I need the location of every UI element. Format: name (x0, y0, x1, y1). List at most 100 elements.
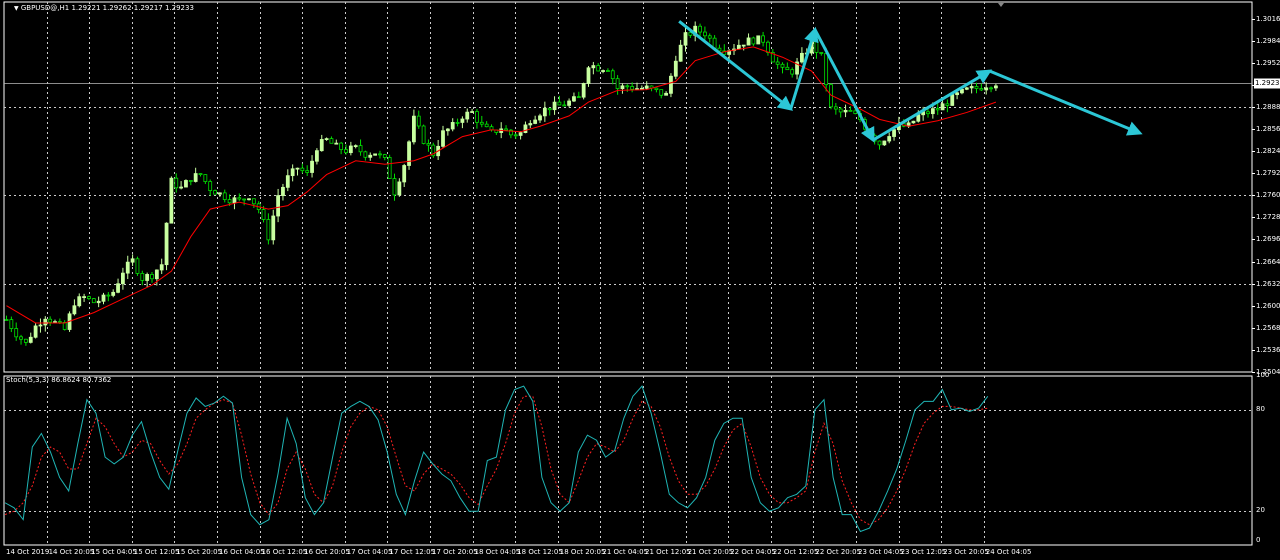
main-pane-frame (3, 1, 1253, 373)
candle-body (101, 294, 106, 302)
time-tick-label: 16 Oct 20:05 (304, 548, 350, 556)
candle-body (276, 195, 281, 217)
time-tick-label: 23 Oct 20:05 (943, 548, 989, 556)
candle-body (237, 197, 242, 200)
candle-body (557, 101, 562, 106)
candle-body (673, 60, 678, 77)
candle-body (930, 108, 935, 115)
candle-body (940, 103, 945, 111)
candle-body (164, 222, 169, 266)
trend-arrow[interactable] (789, 26, 819, 110)
candle-body (154, 269, 159, 280)
candle-body (678, 44, 683, 62)
chart-shift-marker-icon[interactable] (998, 3, 1004, 7)
candle-body (232, 197, 237, 204)
time-tick-label: 21 Oct 04:05 (602, 548, 649, 556)
indicator-values: 86.8624 80.7362 (51, 376, 112, 384)
sub-chart-header: Stoch(5,3,3) 86.8624 80.7362 (6, 376, 111, 384)
candle-body (877, 140, 882, 146)
candle-body (145, 274, 150, 281)
candle-body (843, 109, 848, 113)
candle-body (285, 175, 290, 188)
trend-arrow[interactable] (872, 69, 993, 142)
trend-arrow[interactable] (813, 28, 875, 143)
candle-body (353, 145, 358, 148)
time-tick-label: 22 Oct 04:05 (730, 548, 776, 556)
candle-body (785, 66, 790, 71)
candle-body (135, 258, 140, 274)
candle-body (91, 298, 96, 304)
time-tick-label: 18 Oct 12:05 (517, 548, 563, 556)
time-tick-label: 17 Oct 04:05 (346, 548, 393, 556)
candle-body (324, 138, 329, 140)
candle-body (766, 41, 770, 53)
candle-body (358, 145, 363, 153)
time-tick-label: 15 Oct 04:05 (91, 548, 137, 556)
candle-body (159, 264, 164, 271)
candle-body (989, 87, 993, 90)
candle-body (601, 70, 605, 72)
candle-body (838, 108, 843, 113)
candle-body (984, 87, 989, 91)
candle-body (528, 123, 533, 126)
candle-body (703, 31, 707, 37)
candle-body (4, 319, 9, 321)
symbol-label: GBPUSD@,H1 (20, 4, 70, 12)
candle-body (140, 273, 145, 281)
candle-body (72, 305, 77, 315)
candle-body (319, 139, 324, 152)
candle-body (513, 134, 518, 137)
time-tick-label: 22 Oct 12:05 (772, 548, 819, 556)
candle-body (310, 160, 314, 173)
candle-body (964, 87, 969, 90)
candle-body (106, 294, 111, 297)
price-tick-label: 1.27920 (1256, 168, 1280, 177)
candle-body (184, 180, 188, 188)
candle-body (935, 108, 940, 111)
time-tick-label: 24 Oct 04:05 (985, 548, 1032, 556)
candle-body (402, 165, 407, 183)
candle-body (736, 44, 741, 50)
candle-body (450, 122, 455, 130)
candle-body (261, 209, 266, 220)
candle-body (751, 37, 756, 45)
candle-body (121, 272, 125, 285)
candle-body (945, 103, 950, 106)
candle-body (892, 129, 896, 137)
time-tick-label: 14 Oct 20:05 (48, 548, 95, 556)
main-chart-header: ▼ GBPUSD@,H1 1.29221 1.29262 1.29217 1.2… (14, 4, 194, 12)
time-tick-label: 14 Oct 2019 (6, 548, 50, 556)
candle-body (542, 107, 547, 117)
candle-body (538, 115, 542, 121)
candle-body (882, 140, 887, 146)
candle-body (193, 173, 198, 182)
price-tick-label: 1.26320 (1256, 279, 1280, 288)
candle-body (775, 61, 780, 65)
candle-body (969, 86, 974, 89)
candle-body (208, 181, 213, 192)
price-tick-label: 1.25680 (1256, 323, 1280, 332)
candle-body (504, 128, 508, 131)
candle-body (460, 118, 465, 123)
candle-body (169, 177, 174, 224)
candle-body (465, 111, 470, 120)
candle-body (576, 96, 581, 99)
candle-body (57, 321, 62, 323)
price-tick-label: 1.30160 (1256, 14, 1280, 23)
stoch-tick-label: 100 (1256, 371, 1270, 379)
ohlc-values: 1.29221 1.29262 1.29217 1.29233 (71, 4, 194, 12)
time-tick-label: 23 Oct 04:05 (858, 548, 904, 556)
trend-arrow[interactable] (678, 20, 794, 111)
candle-body (761, 35, 765, 43)
candle-body (824, 53, 829, 86)
candle-body (606, 70, 610, 72)
candle-body (639, 87, 644, 90)
time-tick-label: 21 Oct 12:05 (645, 548, 691, 556)
candle-body (87, 296, 91, 299)
stoch-tick-label: 80 (1256, 404, 1265, 413)
candle-body (644, 85, 649, 89)
price-chart[interactable] (0, 0, 1280, 560)
candle-body (227, 199, 232, 204)
dropdown-triangle-icon[interactable]: ▼ (14, 5, 19, 12)
trend-arrow[interactable] (988, 69, 1143, 136)
